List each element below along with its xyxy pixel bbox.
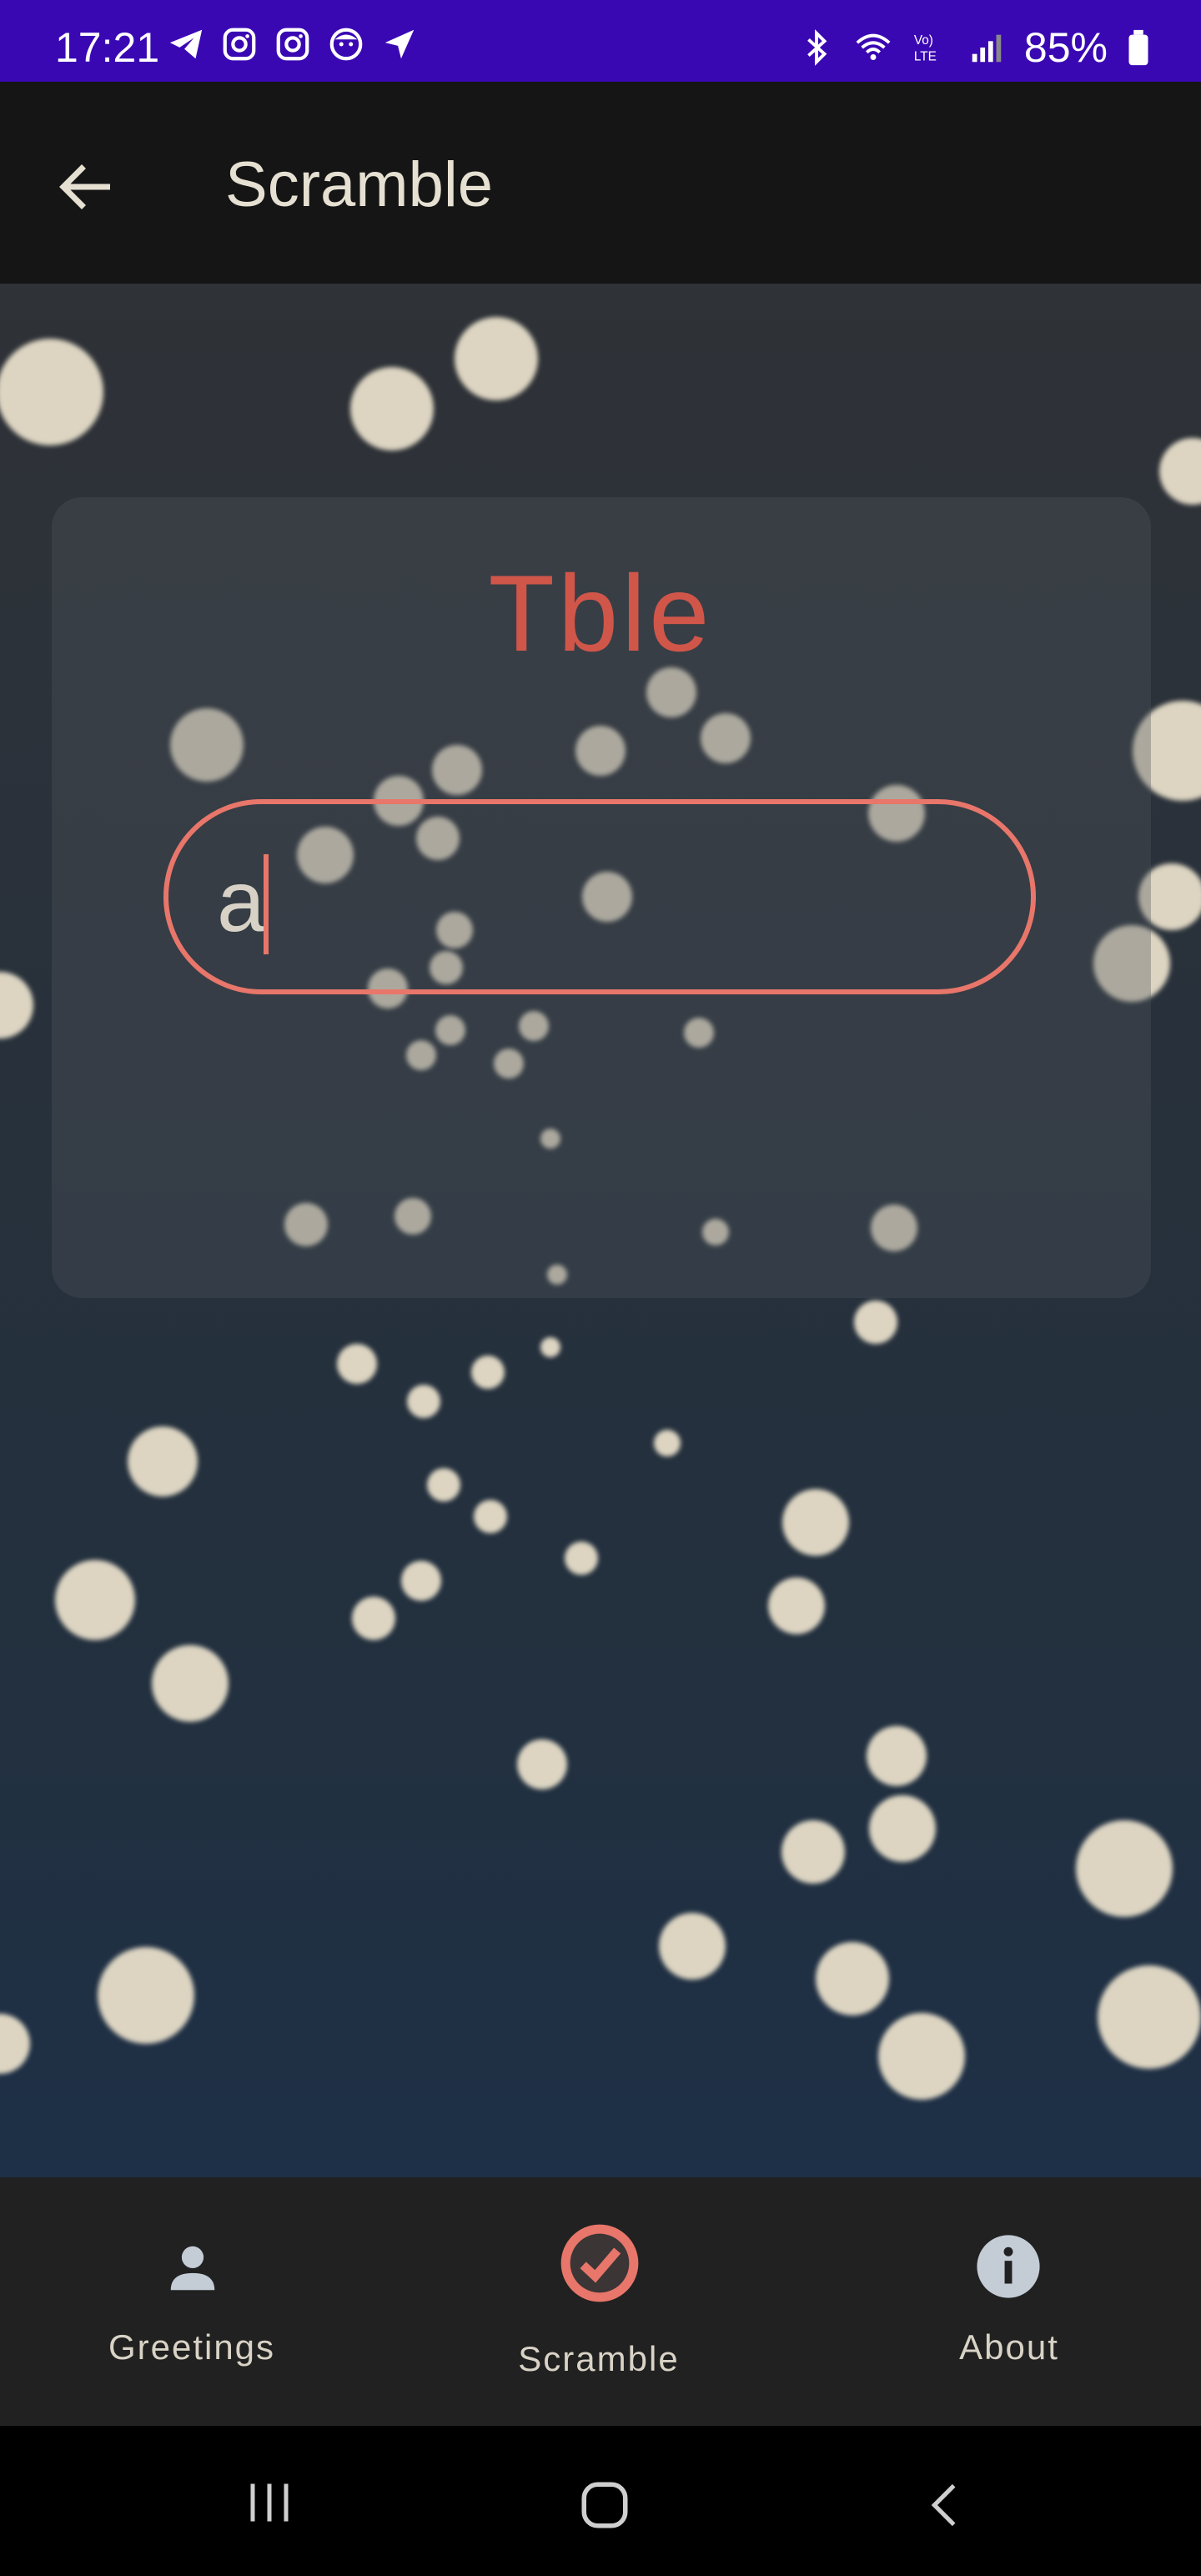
- bokeh-dot: [0, 2014, 30, 2074]
- answer-input[interactable]: a: [163, 799, 1036, 994]
- bokeh-dot: [565, 1542, 598, 1575]
- wifi-icon: [856, 33, 891, 60]
- svg-text:LTE: LTE: [914, 49, 937, 63]
- bokeh-dot: [1159, 438, 1201, 505]
- bokeh-dot: [768, 1577, 825, 1634]
- bokeh-dot: [98, 1947, 194, 2044]
- location-arrow-icon: [384, 29, 415, 59]
- battery-percent: 85%: [1023, 24, 1108, 71]
- app-face-icon: [329, 28, 363, 61]
- bokeh-dot: [867, 1726, 927, 1786]
- page-title: Scramble: [225, 149, 493, 220]
- bokeh-dot: [781, 1820, 845, 1884]
- bokeh-dot: [854, 1301, 897, 1344]
- info-icon: [977, 2235, 1040, 2298]
- person-icon: [170, 2246, 215, 2291]
- nav-item-scramble[interactable]: Scramble: [400, 2177, 801, 2426]
- check-circle-icon: [560, 2224, 639, 2302]
- bokeh-dot: [55, 1560, 135, 1640]
- bokeh-dot: [540, 1337, 560, 1357]
- bokeh-dot: [0, 339, 103, 445]
- bokeh-dot: [654, 1430, 681, 1457]
- notification-icons: [167, 25, 419, 63]
- bluetooth-icon: [807, 29, 827, 66]
- bokeh-dot: [782, 1489, 849, 1556]
- system-status-icons: Vo) LTE 85%: [797, 23, 1151, 72]
- telegram-icon: [169, 29, 203, 59]
- bokeh-dot: [474, 1500, 507, 1533]
- recent-apps-icon[interactable]: [242, 2478, 297, 2528]
- nav-item-greetings[interactable]: Greetings: [0, 2177, 400, 2426]
- bokeh-dot: [427, 1468, 460, 1502]
- svg-text:Vo): Vo): [914, 33, 933, 48]
- bokeh-dot: [1076, 1820, 1173, 1917]
- bokeh-dot: [471, 1356, 505, 1389]
- bokeh-dot: [152, 1645, 229, 1722]
- nav-label-greetings: Greetings: [108, 2327, 276, 2367]
- app-bar: Scramble: [0, 82, 1201, 284]
- signal-icon: [972, 34, 1002, 63]
- text-cursor: [264, 854, 269, 954]
- bokeh-dot: [401, 1561, 441, 1601]
- bokeh-dot: [128, 1426, 198, 1497]
- system-navigation-bar: [0, 2426, 1201, 2576]
- instagram-icon: [223, 28, 256, 61]
- home-icon[interactable]: [577, 2478, 632, 2533]
- bokeh-dot: [455, 317, 538, 400]
- nav-item-about[interactable]: About: [801, 2177, 1201, 2426]
- bokeh-dot: [0, 972, 33, 1039]
- nav-label-about: About: [959, 2327, 1059, 2367]
- instagram-icon: [276, 28, 309, 61]
- battery-icon: [1128, 29, 1148, 66]
- volte-icon: Vo)LTE: [914, 33, 937, 63]
- bokeh-dot: [878, 2013, 965, 2100]
- bokeh-dot: [816, 1942, 889, 2015]
- bottom-navigation: Greetings Scramble About: [0, 2177, 1201, 2426]
- status-bar: 17:21 Vo) LTE 85%: [0, 0, 1201, 82]
- bokeh-dot: [352, 1597, 395, 1640]
- answer-input-value: a: [217, 853, 265, 950]
- back-arrow-icon[interactable]: [52, 152, 122, 222]
- bokeh-dot: [659, 1913, 726, 1980]
- bokeh-dot: [407, 1385, 440, 1418]
- status-time: 17:21: [55, 24, 160, 71]
- bokeh-dot: [1098, 1965, 1201, 2069]
- bokeh-dot: [517, 1739, 567, 1789]
- scrambled-word: Tble: [488, 552, 713, 674]
- bokeh-dot: [350, 367, 434, 450]
- nav-label-scramble: Scramble: [518, 2339, 680, 2378]
- bokeh-dot: [337, 1344, 377, 1384]
- bokeh-dot: [869, 1795, 936, 1862]
- back-nav-icon[interactable]: [921, 2478, 967, 2533]
